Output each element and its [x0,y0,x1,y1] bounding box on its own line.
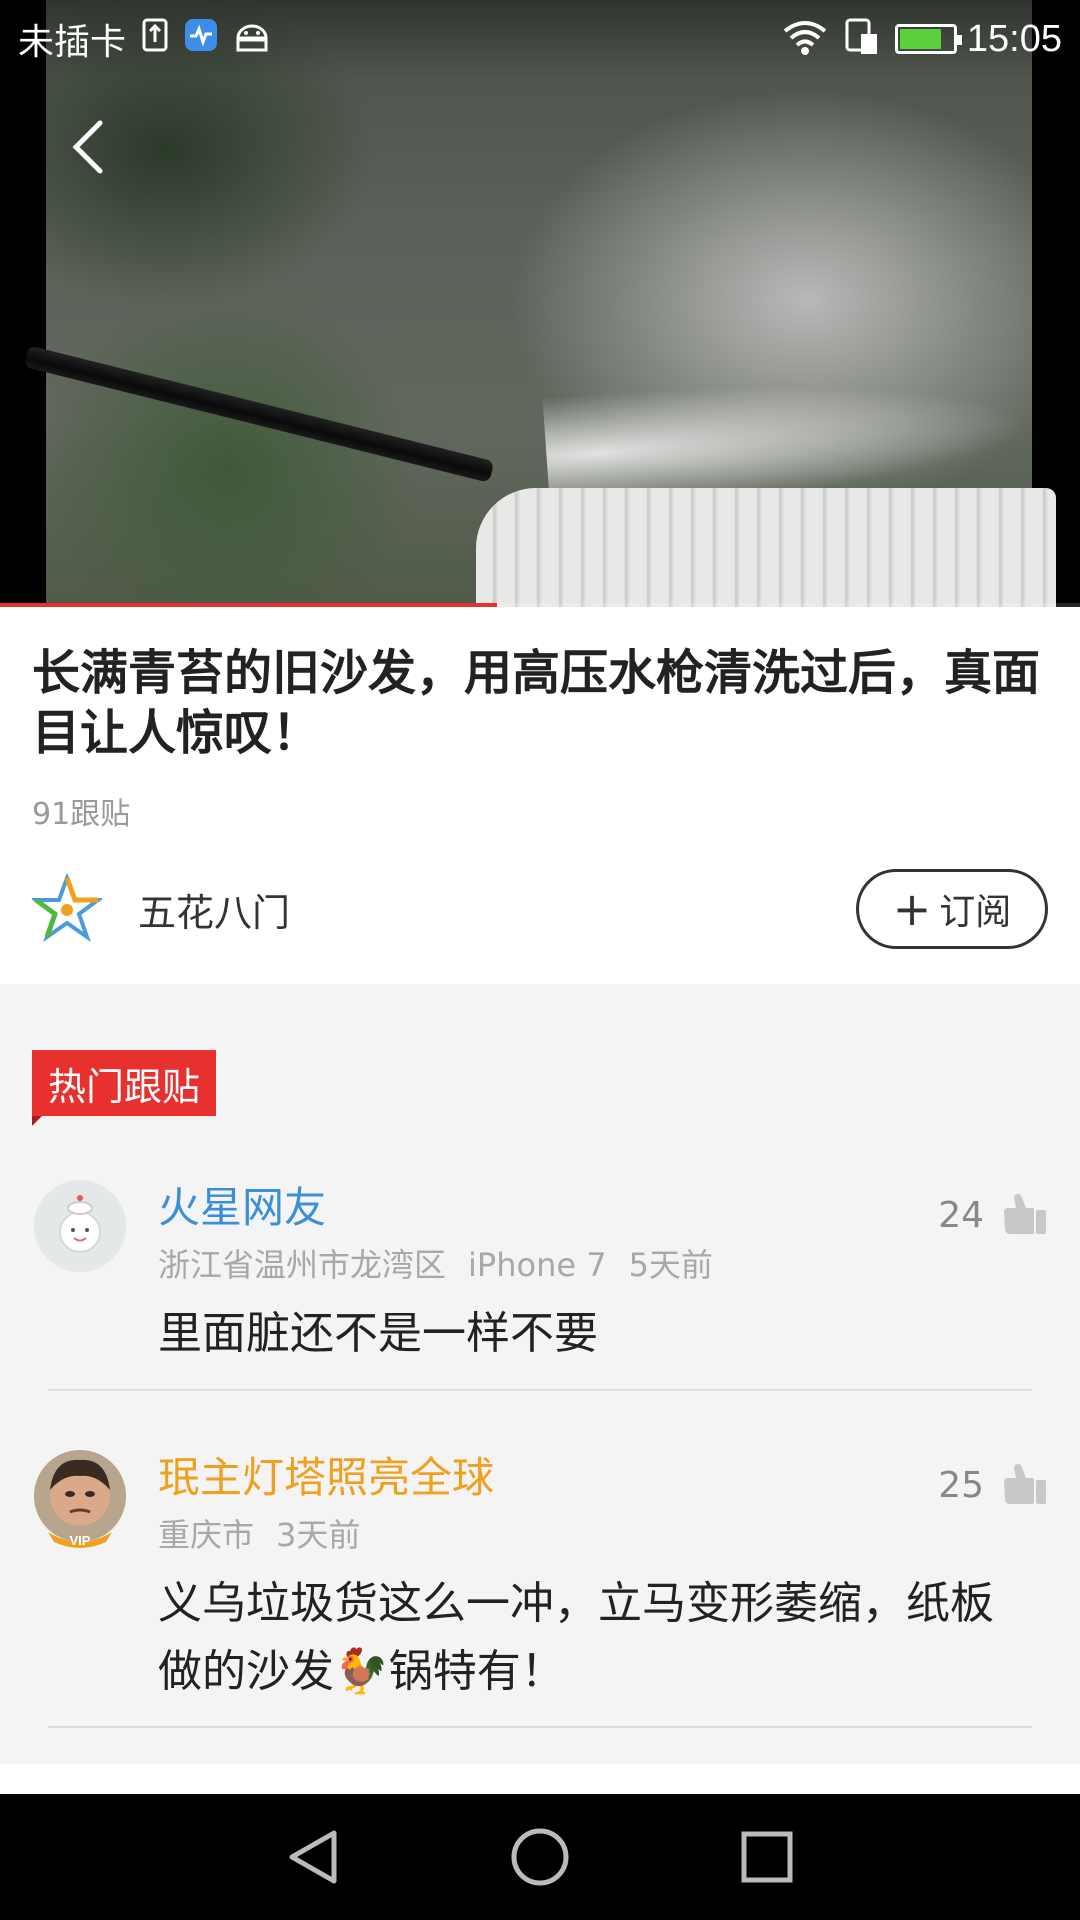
hot-comments-tag: 热门跟贴 [32,1050,217,1126]
reply-count[interactable]: 91跟贴 [32,789,1048,833]
comments-section: 热门跟贴 火星网友 浙江省温州市龙湾区 iPhone 7 5天前 24 里面脏还… [0,984,1080,1764]
screen: 未插卡 15:05 长满青苔的旧沙发，用高压水枪清洗过后，真面目让人惊叹！ 91… [0,0,1080,1920]
pressure-washer-wand [23,345,495,483]
health-icon [184,18,218,60]
battery-icon [894,24,962,54]
bottom-strip [0,1764,1080,1794]
nav-back-button[interactable] [273,1817,353,1897]
android-icon [234,18,270,60]
thumbs-up-icon [1004,1194,1046,1234]
comment-username[interactable]: 火星网友 [158,1174,326,1235]
divider [48,1726,1032,1728]
comment-location: 重庆市 [158,1516,255,1554]
navigation-bar [0,1794,1080,1920]
recents-square-icon [741,1831,793,1883]
source-logo[interactable] [32,874,102,944]
subscribe-label: 订阅 [939,892,1012,933]
sofa [476,488,1056,607]
comment-meta: 重庆市 3天前 [158,1510,382,1556]
chevron-left-icon [72,120,103,174]
nav-recents-button[interactable] [727,1817,807,1897]
comment-text: 义乌垃圾货这么一冲，立马变形萎缩，纸板做的沙发🐓锅特有！ [158,1578,994,1697]
back-button[interactable] [60,112,114,182]
source-row: 五花八门 + 订阅 [32,869,1048,949]
article-title: 长满青苔的旧沙发，用高压水枪清洗过后，真面目让人惊叹！ [32,645,1041,761]
home-circle-icon [511,1828,569,1886]
sim-slot-icon [845,18,879,61]
article-header: 长满青苔的旧沙发，用高压水枪清洗过后，真面目让人惊叹！ 91跟贴 五花八门 + … [0,607,1080,984]
status-bar: 未插卡 15:05 [0,0,1080,78]
avatar[interactable]: VIP [34,1450,126,1548]
divider [48,1389,1032,1391]
comment-location: 浙江省温州市龙湾区 [158,1246,447,1284]
like-count: 25 [938,1464,984,1506]
back-triangle-icon [289,1830,337,1884]
source-name[interactable]: 五花八门 [138,882,290,937]
comment-meta: 浙江省温州市龙湾区 iPhone 7 5天前 [158,1240,735,1286]
thumbs-up-icon [1004,1464,1046,1504]
battery-level [899,29,941,49]
clock: 15:05 [966,17,1062,60]
subscribe-button[interactable]: + 订阅 [856,869,1048,949]
like-button[interactable]: 25 [938,1464,1048,1506]
carrier-label: 未插卡 [18,21,127,62]
vip-badge-art: VIP [70,1533,91,1548]
plus-icon: + [892,882,932,936]
video-frame [23,0,1056,607]
avatar[interactable] [34,1180,126,1272]
comment-username[interactable]: 珉主灯塔照亮全球 [158,1444,494,1505]
sim-icon [142,18,168,60]
nav-home-button[interactable] [500,1817,580,1897]
comment-time: 3天前 [276,1516,361,1554]
comment-device: iPhone 7 [468,1246,607,1284]
wifi-icon [783,19,827,60]
like-button[interactable]: 24 [938,1194,1048,1236]
like-count: 24 [938,1194,984,1236]
comment-text: 里面脏还不是一样不要 [158,1308,598,1359]
video-player[interactable] [0,0,1080,607]
comment-time: 5天前 [628,1246,713,1284]
